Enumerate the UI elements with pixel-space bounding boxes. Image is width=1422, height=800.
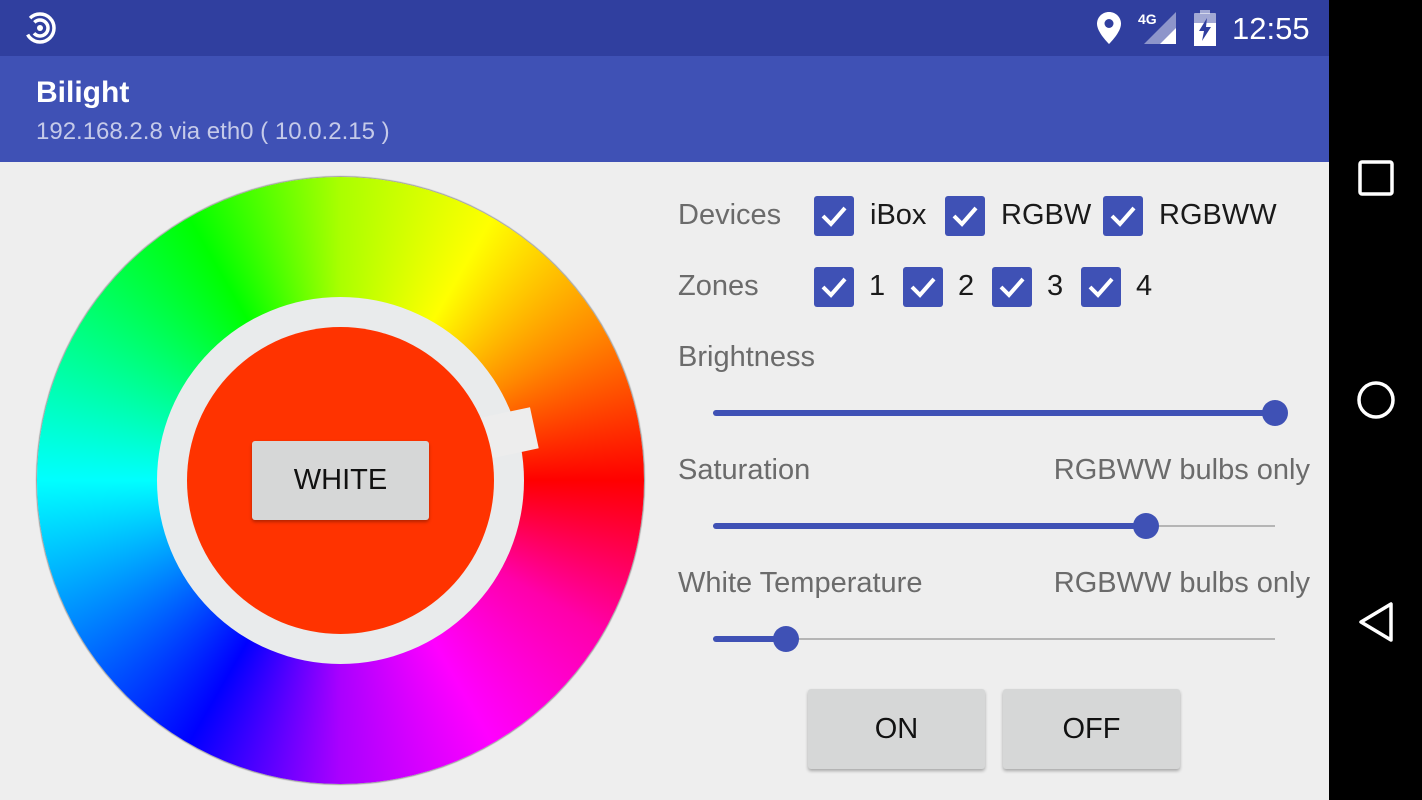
battery-charging-icon	[1194, 10, 1216, 46]
slider-thumb[interactable]	[1262, 400, 1288, 426]
app-title: Bilight	[36, 76, 130, 109]
checkbox-zone-3[interactable]	[992, 267, 1032, 307]
devices-label: Devices	[678, 199, 782, 231]
white-button[interactable]: WHITE	[252, 441, 429, 520]
checkbox-device-rgbw[interactable]	[945, 196, 985, 236]
checkbox-zone-4[interactable]	[1081, 267, 1121, 307]
zone-3-label[interactable]: 3	[1047, 270, 1063, 303]
checkmark-icon	[1110, 206, 1136, 227]
checkmark-icon	[1088, 277, 1114, 298]
zones-label: Zones	[678, 270, 759, 302]
zone-2-label[interactable]: 2	[958, 270, 974, 303]
checkbox-zone-2[interactable]	[903, 267, 943, 307]
status-bar: 4G 12:55	[0, 0, 1329, 56]
off-button[interactable]: OFF	[1003, 689, 1180, 769]
checkbox-device-ibox[interactable]	[814, 196, 854, 236]
device-ibox-label[interactable]: iBox	[870, 199, 926, 232]
location-icon	[1097, 12, 1121, 44]
recents-icon[interactable]	[1358, 160, 1394, 196]
back-icon[interactable]	[1358, 601, 1394, 643]
checkmark-icon	[821, 206, 847, 227]
navigation-bar	[1329, 0, 1422, 800]
slider-thumb[interactable]	[773, 626, 800, 652]
checkmark-icon	[910, 277, 936, 298]
app-notification-icon	[24, 12, 56, 44]
slider-thumb[interactable]	[1132, 513, 1159, 539]
device-rgbww-label[interactable]: RGBWW	[1159, 199, 1277, 232]
checkbox-device-rgbww[interactable]	[1103, 196, 1143, 236]
on-button[interactable]: ON	[808, 689, 985, 769]
saturation-hint: RGBWW bulbs only	[1053, 454, 1310, 486]
home-icon[interactable]	[1356, 380, 1396, 420]
checkmark-icon	[952, 206, 978, 227]
connection-subtitle: 192.168.2.8 via eth0 ( 10.0.2.15 )	[36, 118, 390, 145]
network-type-label: 4G	[1138, 11, 1157, 27]
color-wheel-container: WHITE	[37, 177, 644, 784]
clock: 12:55	[1232, 11, 1310, 46]
white-temperature-hint: RGBWW bulbs only	[1053, 567, 1310, 599]
checkmark-icon	[821, 277, 847, 298]
slider-fill	[713, 410, 1275, 416]
saturation-label: Saturation	[678, 454, 811, 486]
device-rgbw-label[interactable]: RGBW	[1001, 199, 1091, 232]
app-screen: 4G 12:55 Bilight 192.168.2.8 via eth0 ( …	[0, 0, 1329, 800]
zone-4-label[interactable]: 4	[1136, 270, 1152, 303]
checkbox-zone-1[interactable]	[814, 267, 854, 307]
checkmark-icon	[999, 277, 1025, 298]
brightness-label: Brightness	[678, 341, 816, 373]
slider-fill	[713, 523, 1146, 529]
zone-1-label[interactable]: 1	[869, 270, 885, 303]
app-bar: Bilight 192.168.2.8 via eth0 ( 10.0.2.15…	[0, 56, 1329, 162]
white-temperature-label: White Temperature	[678, 567, 923, 599]
signal-icon: 4G	[1138, 11, 1176, 44]
